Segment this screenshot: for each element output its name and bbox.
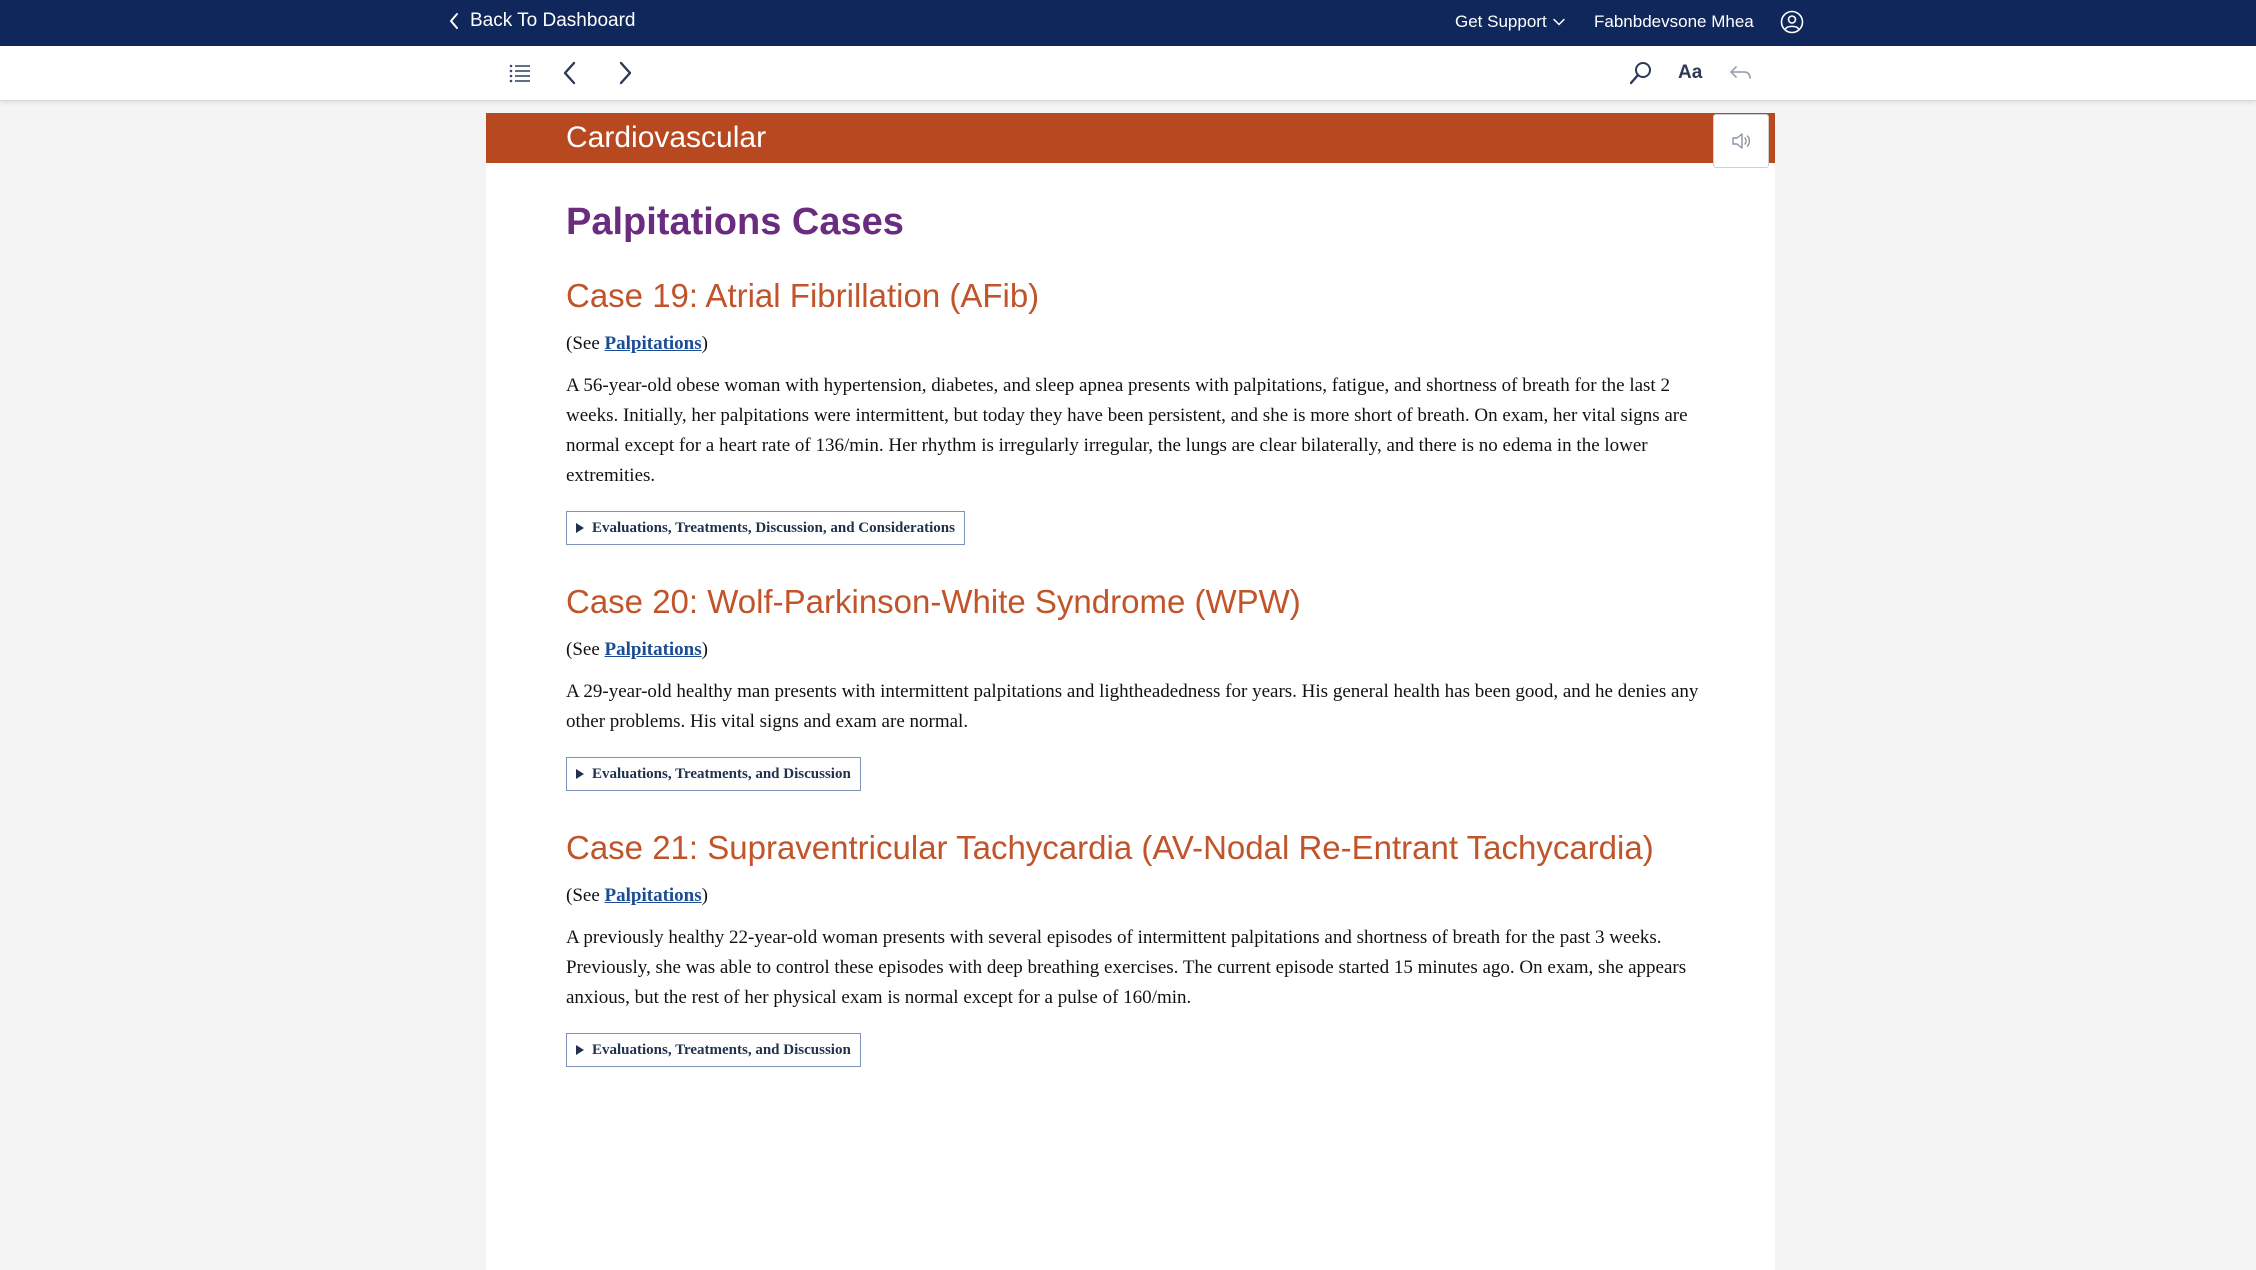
search-icon[interactable] [1626,58,1656,88]
case-description: A previously healthy 22-year-old woman p… [566,927,1687,1008]
see-reference: (See Palpitations) [566,883,1706,909]
list-icon[interactable] [505,58,535,88]
case-description: A 29-year-old healthy man presents with … [566,681,1699,732]
chapter-title: Cardiovascular [566,121,767,154]
page-title: Palpitations Cases [566,201,904,243]
audio-button[interactable] [1713,114,1769,168]
reader-toolbar: Aa [0,46,2256,101]
details-label: Evaluations, Treatments, Discussion, and… [592,519,955,536]
user-name[interactable]: Fabnbdevsone Mhea [1594,0,1754,44]
top-nav-bar: Back To Dashboard Get Support Fabnbdevso… [0,0,2256,46]
see-prefix: (See [566,885,605,906]
user-account-icon[interactable] [1780,10,1804,34]
back-to-dashboard-label: Back To Dashboard [470,9,636,31]
see-reference: (See Palpitations) [566,637,1706,663]
font-size-button[interactable]: Aa [1678,58,1702,88]
case-details-toggle[interactable]: Evaluations, Treatments, and Discussion [566,757,861,791]
case-section: Case 19: Atrial Fibrillation (AFib) (See… [566,275,1706,545]
case-details-toggle[interactable]: Evaluations, Treatments, and Discussion [566,1033,861,1067]
triangle-right-icon [576,1045,584,1055]
case-title: Case 19: Atrial Fibrillation (AFib) [566,277,1040,314]
case-title: Case 21: Supraventricular Tachycardia (A… [566,829,1654,866]
case-section: Case 20: Wolf-Parkinson-White Syndrome (… [566,581,1706,791]
case-title: Case 20: Wolf-Parkinson-White Syndrome (… [566,583,1301,620]
prev-arrow-icon[interactable] [555,58,585,88]
next-arrow-icon[interactable] [610,58,640,88]
case-description: A 56-year-old obese woman with hypertens… [566,375,1688,486]
undo-arrow-icon[interactable] [1726,58,1756,88]
back-to-dashboard-link[interactable]: Back To Dashboard [448,0,635,41]
case-section: Case 21: Supraventricular Tachycardia (A… [566,827,1706,1067]
see-suffix: ) [701,639,708,660]
details-label: Evaluations, Treatments, and Discussion [592,765,851,782]
palpitations-link[interactable]: Palpitations [605,333,702,354]
chevron-left-icon [450,12,458,29]
content-card: Cardiovascular Palpitations Cases Case 1… [486,113,1775,1270]
article-content: Palpitations Cases Case 19: Atrial Fibri… [566,197,1706,1103]
chevron-down-icon [1552,18,1565,26]
case-details-toggle[interactable]: Evaluations, Treatments, Discussion, and… [566,511,965,545]
get-support-menu[interactable]: Get Support [1455,0,1565,44]
triangle-right-icon [576,769,584,779]
see-prefix: (See [566,639,605,660]
palpitations-link[interactable]: Palpitations [605,885,702,906]
see-suffix: ) [701,333,708,354]
triangle-right-icon [576,523,584,533]
details-label: Evaluations, Treatments, and Discussion [592,1041,851,1058]
speaker-icon [1732,133,1751,149]
see-prefix: (See [566,333,605,354]
see-reference: (See Palpitations) [566,331,1706,357]
palpitations-link[interactable]: Palpitations [605,639,702,660]
chapter-header: Cardiovascular [486,113,1775,168]
get-support-label: Get Support [1455,12,1547,31]
see-suffix: ) [701,885,708,906]
